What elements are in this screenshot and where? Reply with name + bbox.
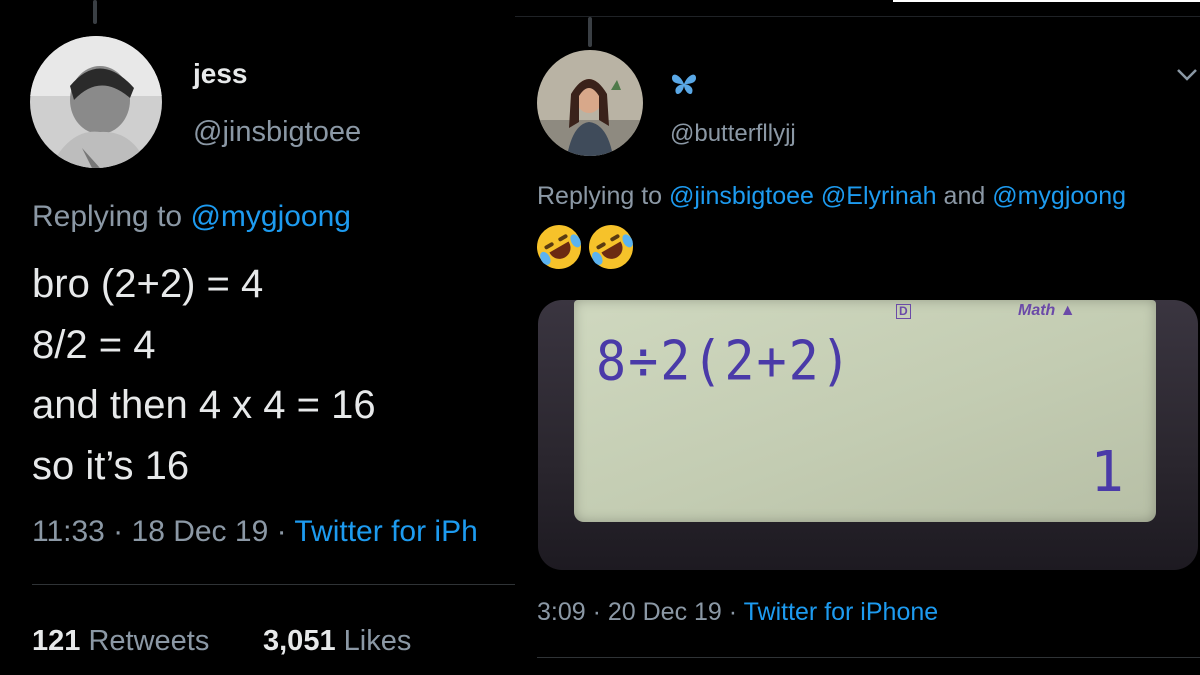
tweet-text-line: and then 4 x 4 = 16 (32, 383, 376, 427)
replying-to-mentions[interactable]: @jinsbigtoee @Elyrinah (669, 182, 937, 210)
math-indicator: Math ▲ (1018, 302, 1076, 319)
user-handle[interactable]: @butterfllyjj (670, 120, 796, 148)
divider (515, 16, 1200, 17)
retweets-label: Retweets (88, 625, 210, 657)
avatar[interactable] (537, 50, 643, 156)
replying-to-mention[interactable]: @mygjoong (992, 182, 1126, 210)
rofl-emoji-icon (528, 216, 590, 278)
rofl-emoji-icon (581, 216, 642, 278)
timestamp[interactable]: 3:09 · 20 Dec 19 · (537, 598, 737, 626)
replying-to-and: and (943, 182, 986, 210)
top-edge-strip (893, 0, 1200, 2)
tweet-meta: 11:33 · 18 Dec 19 · Twitter for iPh (32, 515, 478, 549)
display-name[interactable]: jess (193, 58, 248, 90)
calculator-photo[interactable]: D Math ▲ 8÷2(2+2) 1 (538, 300, 1198, 570)
replying-to-line: Replying to @jinsbigtoee @Elyrinah and @… (537, 182, 1126, 211)
tweet-text-line: so it’s 16 (32, 444, 190, 488)
thread-line (588, 17, 592, 47)
likes-label: Likes (343, 625, 412, 657)
thread-line (93, 0, 97, 24)
tweet-text-line: bro (2+2) = 4 (32, 262, 264, 306)
retweets-count: 121 (32, 625, 81, 657)
calculator-result: 1 (1090, 440, 1124, 505)
butterfly-icon (670, 72, 698, 101)
likes-count: 3,051 (263, 625, 336, 657)
tweet-source[interactable]: Twitter for iPhone (744, 598, 939, 626)
left-tweet: jess @jinsbigtoee Replying to @mygjoong … (0, 0, 515, 675)
timestamp[interactable]: 11:33 · 18 Dec 19 · (32, 515, 287, 548)
replying-to-line: Replying to @mygjoong (32, 200, 351, 234)
user-handle[interactable]: @jinsbigtoee (193, 116, 361, 149)
tweet-meta: 3:09 · 20 Dec 19 · Twitter for iPhone (537, 598, 938, 627)
retweets-stat[interactable]: 121 Retweets (32, 625, 209, 658)
divider (32, 584, 515, 585)
divider (537, 657, 1200, 658)
likes-stat[interactable]: 3,051 Likes (263, 625, 411, 658)
replying-to-mention[interactable]: @mygjoong (190, 200, 351, 233)
calculator-screen: D Math ▲ 8÷2(2+2) 1 (574, 300, 1156, 522)
degree-indicator: D (896, 304, 911, 319)
emoji-row (528, 216, 642, 278)
avatar[interactable] (30, 36, 162, 168)
chevron-down-icon[interactable] (1176, 68, 1198, 87)
tweet-source[interactable]: Twitter for iPh (294, 515, 477, 548)
replying-to-label: Replying to (537, 182, 663, 210)
tweet-text-line: 8/2 = 4 (32, 323, 156, 367)
replying-to-label: Replying to (32, 200, 183, 233)
calculator-expression: 8÷2(2+2) (596, 329, 853, 393)
